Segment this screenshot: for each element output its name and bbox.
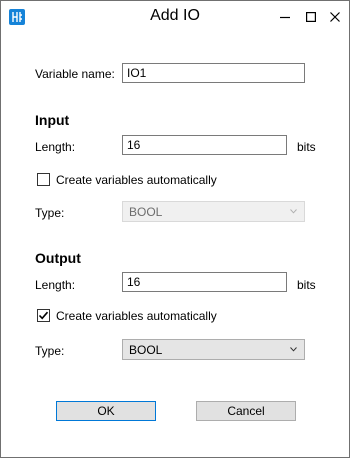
- chevron-down-icon: [290, 209, 297, 214]
- minimize-icon: [280, 16, 290, 18]
- variable-name-input[interactable]: IO1: [122, 63, 305, 83]
- minimize-button[interactable]: [271, 1, 299, 32]
- cancel-button[interactable]: Cancel: [196, 401, 296, 421]
- output-create-variables-checkbox[interactable]: [37, 309, 50, 322]
- input-length-unit: bits: [297, 140, 316, 154]
- title-bar[interactable]: Add IO: [1, 1, 349, 32]
- output-length-input[interactable]: 16: [122, 272, 287, 292]
- close-button[interactable]: [321, 1, 349, 32]
- variable-name-label: Variable name:: [35, 67, 115, 81]
- maximize-icon: [306, 11, 316, 22]
- output-create-variables-label[interactable]: Create variables automatically: [56, 309, 217, 323]
- ok-button[interactable]: OK: [56, 401, 156, 421]
- output-length-label: Length:: [35, 278, 76, 292]
- input-create-variables-checkbox[interactable]: [37, 173, 50, 186]
- input-length-label: Length:: [35, 140, 76, 154]
- input-type-select[interactable]: BOOL: [122, 201, 305, 222]
- output-type-label: Type:: [35, 344, 65, 358]
- output-type-value: BOOL: [129, 343, 163, 357]
- input-section-title: Input: [35, 112, 70, 128]
- input-type-label: Type:: [35, 206, 65, 220]
- checkmark-icon: [38, 311, 49, 320]
- output-section-title: Output: [35, 250, 81, 266]
- chevron-down-icon: [290, 347, 297, 352]
- add-io-dialog: Add IO Variable name: IO1 Input Length: …: [0, 0, 350, 458]
- close-icon: [330, 11, 340, 22]
- output-type-select[interactable]: BOOL: [122, 339, 305, 360]
- input-type-value: BOOL: [129, 205, 163, 219]
- output-length-unit: bits: [297, 278, 316, 292]
- input-create-variables-label[interactable]: Create variables automatically: [56, 173, 217, 187]
- input-length-input[interactable]: 16: [122, 135, 287, 155]
